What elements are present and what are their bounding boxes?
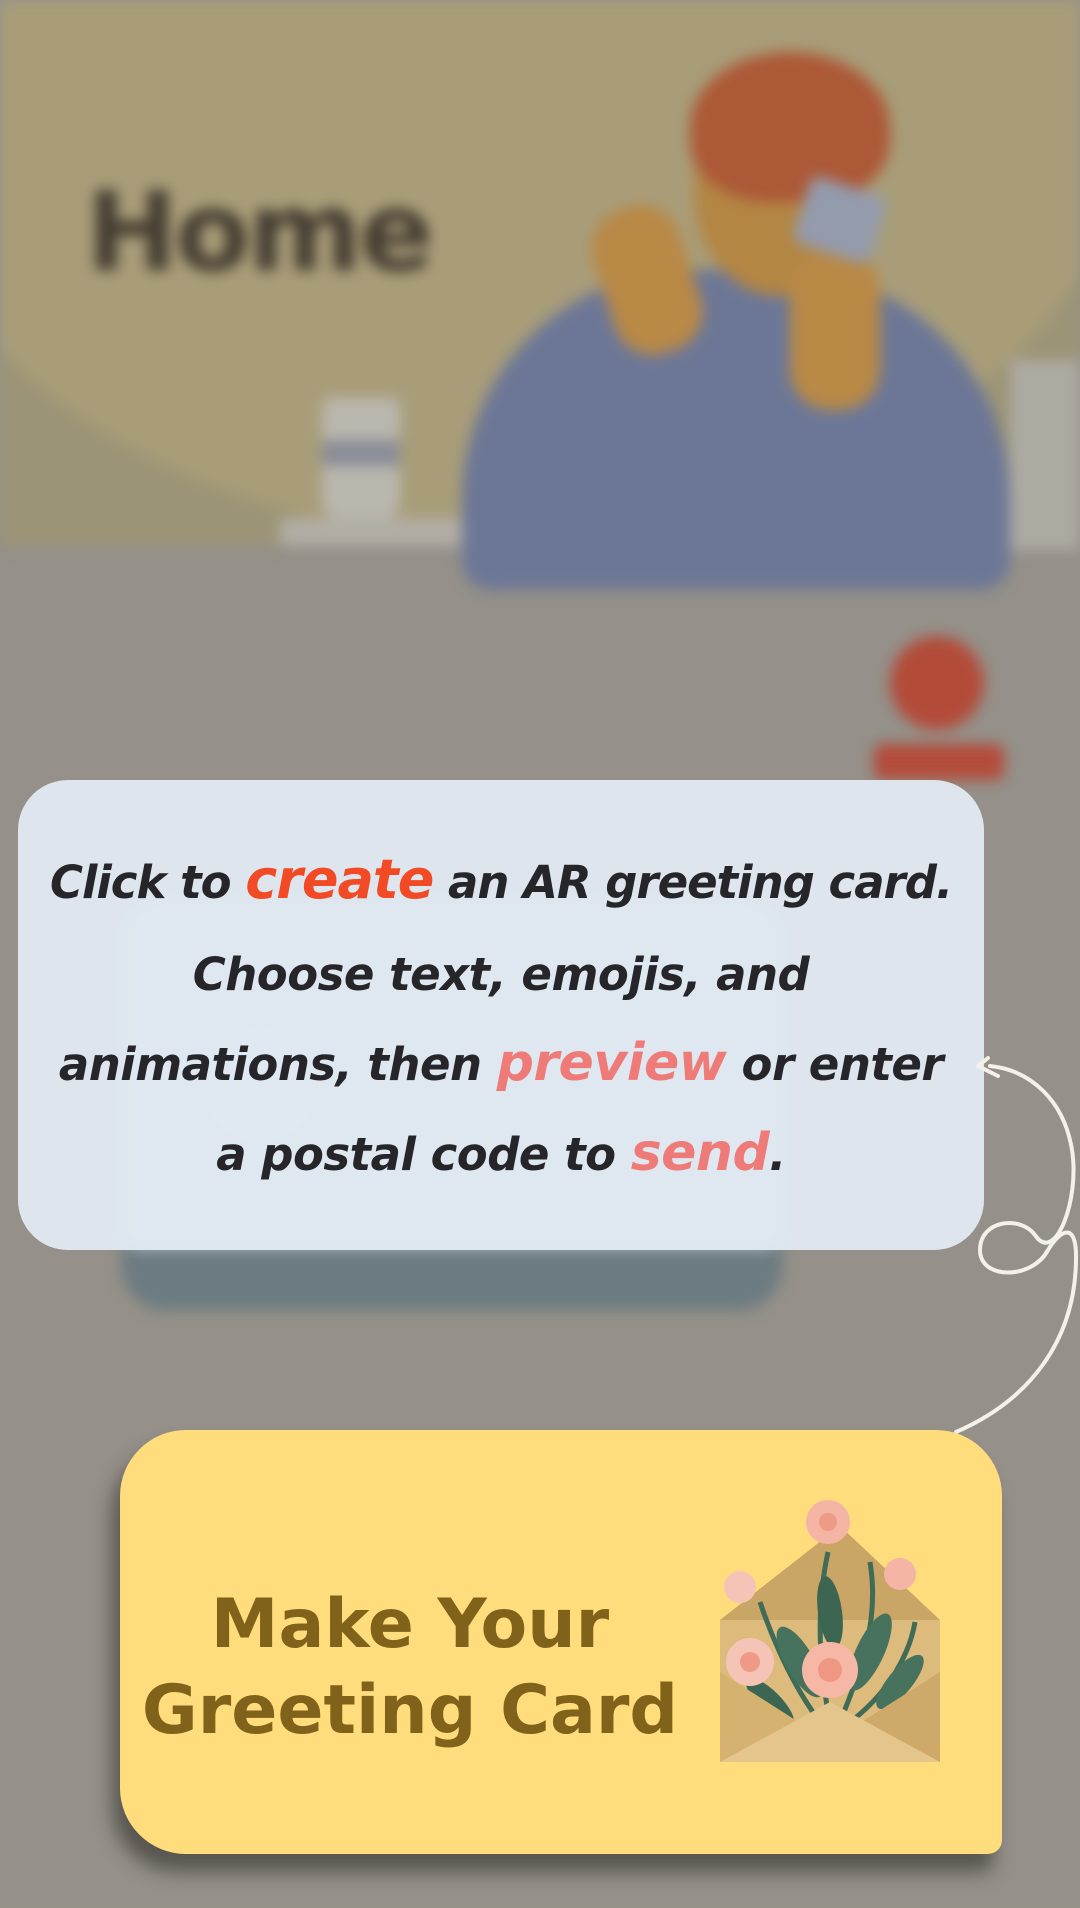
tooltip-line1: Click to create an AR greeting card. xyxy=(49,848,953,911)
keyword-preview: preview xyxy=(496,1033,727,1093)
tooltip-line2: Choose text, emojis, and animations, the… xyxy=(58,948,944,1183)
curved-arrow-icon xyxy=(954,1056,1079,1434)
envelope-flowers-icon xyxy=(720,1500,940,1762)
keyword-send: send xyxy=(630,1123,770,1183)
make-greeting-card-button[interactable]: Make Your Greeting Card xyxy=(120,1430,1002,1854)
keyword-create: create xyxy=(245,848,434,911)
onboarding-tooltip: Click to create an AR greeting card. Cho… xyxy=(18,780,984,1250)
cta-title: Make Your Greeting Card xyxy=(141,1585,679,1750)
